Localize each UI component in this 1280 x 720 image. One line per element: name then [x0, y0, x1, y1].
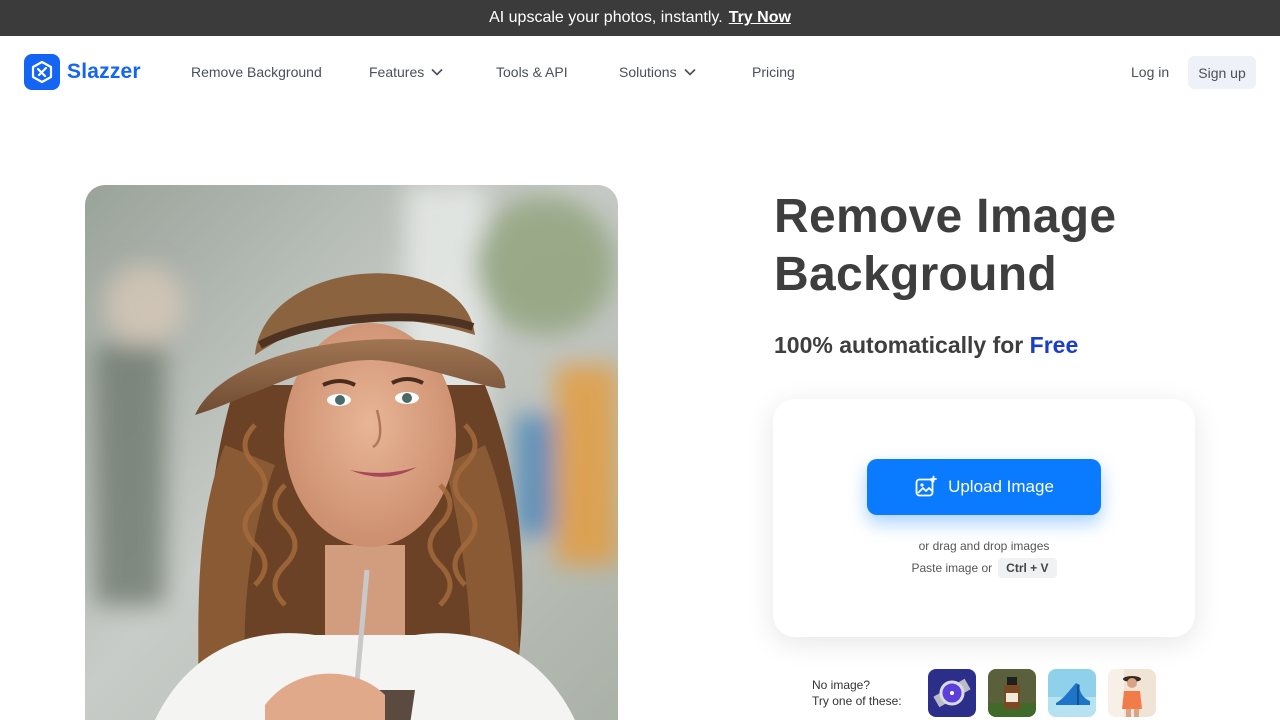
- paste-text: Paste image or: [911, 561, 993, 575]
- site-header: Slazzer Remove Background Features Tools…: [0, 36, 1280, 108]
- promo-banner: AI upscale your photos, instantly. Try N…: [0, 0, 1280, 36]
- sample-image-person[interactable]: [1108, 669, 1156, 717]
- sample-image-bottle[interactable]: [988, 669, 1036, 717]
- upload-image-button[interactable]: Upload Image: [867, 459, 1101, 515]
- nav-tools-api[interactable]: Tools & API: [496, 64, 568, 80]
- drag-drop-hint: or drag and drop images: [918, 539, 1050, 553]
- sample-image-shoe[interactable]: [1048, 669, 1096, 717]
- chevron-down-icon: [431, 68, 443, 76]
- sample-prompt-line-2: Try one of these:: [812, 694, 902, 708]
- page-subtitle: 100% automatically for Free: [774, 332, 1078, 359]
- nav-pricing[interactable]: Pricing: [752, 64, 795, 80]
- image-upload-icon: [915, 475, 937, 497]
- nav-remove-background[interactable]: Remove Background: [191, 64, 322, 80]
- nav-label: Remove Background: [191, 64, 322, 80]
- upload-dropzone[interactable]: Upload Image or drag and drop images Pas…: [773, 399, 1195, 637]
- nav-label: Solutions: [619, 64, 677, 80]
- hero-photo: [85, 185, 618, 720]
- subtitle-prefix: 100% automatically for: [774, 332, 1024, 358]
- page-title: Remove Image Background: [774, 188, 1116, 304]
- chevron-down-icon: [684, 68, 696, 76]
- title-line-1: Remove Image: [774, 190, 1117, 243]
- paste-hint: Paste image or Ctrl + V: [773, 558, 1195, 578]
- sample-prompt-line-1: No image?: [812, 678, 871, 692]
- brand-logo[interactable]: Slazzer: [24, 54, 141, 90]
- try-now-link[interactable]: Try Now: [729, 9, 791, 27]
- nav-label: Features: [369, 64, 425, 80]
- sample-image-watch[interactable]: [928, 669, 976, 717]
- nav-label: Tools & API: [496, 64, 568, 80]
- paste-shortcut: Ctrl + V: [998, 558, 1057, 578]
- sample-prompt: No image? Try one of these:: [812, 677, 902, 709]
- upload-button-label: Upload Image: [948, 477, 1054, 496]
- brand-name: Slazzer: [67, 60, 141, 83]
- signup-button[interactable]: Sign up: [1188, 56, 1256, 89]
- nav-features[interactable]: Features: [369, 64, 444, 80]
- login-link[interactable]: Log in: [1131, 64, 1169, 80]
- nav-solutions[interactable]: Solutions: [619, 64, 697, 80]
- title-line-2: Background: [774, 248, 1058, 301]
- nav-label: Pricing: [752, 64, 795, 80]
- promo-text: AI upscale your photos, instantly.: [489, 9, 723, 26]
- slazzer-logo-icon: [24, 54, 60, 90]
- subtitle-free: Free: [1029, 332, 1079, 358]
